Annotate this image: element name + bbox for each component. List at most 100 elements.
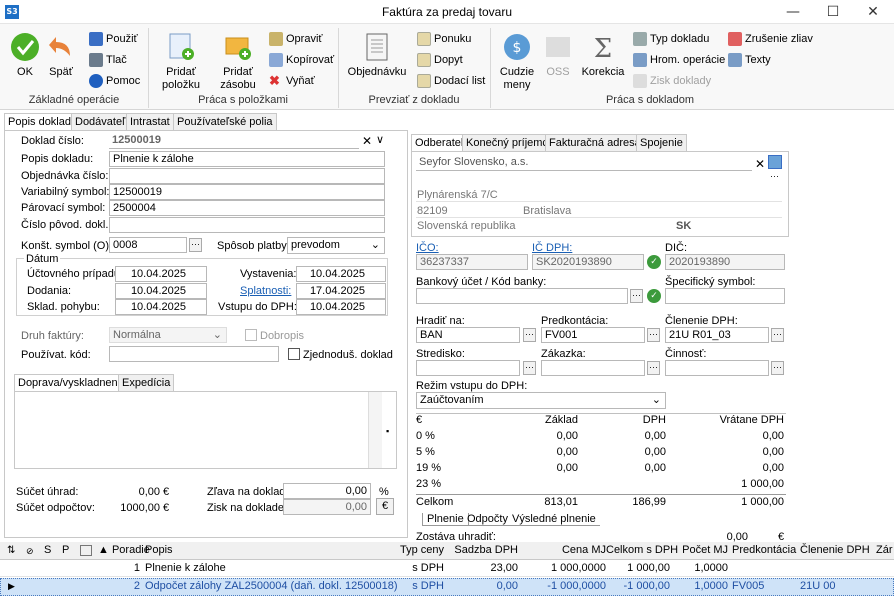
vat-split-lookup-button[interactable]: ··· <box>771 328 784 342</box>
currency-button[interactable]: € <box>376 498 394 515</box>
add-item-button[interactable]: Pridať položku <box>156 32 206 92</box>
partner-name[interactable]: Seyfor Slovensko, a.s. <box>416 155 752 171</box>
col-unit-price[interactable]: Cena MJ <box>520 542 606 559</box>
pay-to-field[interactable]: BAN <box>416 327 520 343</box>
col-total-vat[interactable]: Celkom s DPH <box>606 542 678 559</box>
desc-field[interactable]: Plnenie k zálohe <box>109 151 385 167</box>
col-precont[interactable]: Predkontácia <box>732 542 796 559</box>
address-book-icon[interactable] <box>768 155 782 169</box>
col-price-type[interactable]: Typ ceny <box>390 542 444 559</box>
user-code-field[interactable] <box>109 346 279 362</box>
col-qty[interactable]: Počet MJ <box>672 542 728 559</box>
pay-method-select[interactable]: prevodom ⌄ <box>287 237 385 254</box>
ks-field[interactable]: 0008 <box>109 237 187 253</box>
vs-field[interactable]: 12500019 <box>109 184 385 200</box>
cancel-discounts-button[interactable]: Zrušenie zliav <box>728 31 813 49</box>
edit-button[interactable]: Opraviť <box>269 31 323 49</box>
orig-doc-field[interactable] <box>109 217 385 233</box>
add-stock-button[interactable]: Pridať zásobu <box>214 32 262 92</box>
vat-in-date[interactable]: 10.04.2025 <box>296 299 386 315</box>
tab-end-recipient[interactable]: Konečný príjemca <box>462 134 559 152</box>
activity-field[interactable] <box>665 360 769 376</box>
tab-doc-desc[interactable]: Popis dokladu <box>4 113 82 131</box>
col-s[interactable]: S <box>44 542 51 559</box>
spec-symbol-field[interactable] <box>665 288 785 304</box>
offer-button[interactable]: Ponuku <box>417 31 471 49</box>
icdph-label[interactable]: IČ DPH: <box>532 242 572 254</box>
acc-case-date[interactable]: 10.04.2025 <box>115 266 207 282</box>
due-date[interactable]: 17.04.2025 <box>296 283 386 299</box>
col-vat-split[interactable]: Členenie DPH <box>800 542 870 559</box>
pay-to-lookup-button[interactable]: ··· <box>523 328 536 342</box>
issue-date[interactable]: 10.04.2025 <box>296 266 386 282</box>
precont-lookup-button[interactable]: ··· <box>647 328 660 342</box>
doctype-button[interactable]: Typ dokladu <box>633 31 709 49</box>
bank-lookup-button[interactable]: ··· <box>630 289 643 303</box>
bank-verified-icon: ✓ <box>647 289 661 303</box>
clear-partner-icon[interactable]: ✕ <box>755 157 765 171</box>
chevron-down-icon[interactable]: ∨ <box>376 133 384 146</box>
col-desc[interactable]: Popis <box>145 542 173 559</box>
center-lookup-button[interactable]: ··· <box>523 361 536 375</box>
col-vat-rate[interactable]: Sadzba DPH <box>450 542 518 559</box>
col-order[interactable]: ▲ Poradie <box>98 542 150 559</box>
sort-icon[interactable]: ⇅ <box>7 545 21 557</box>
vat-mode-select[interactable]: Zaúčtovaním ⌄ <box>416 392 666 409</box>
stock-move-date[interactable]: 10.04.2025 <box>115 299 207 315</box>
expand-icon[interactable]: ▪ <box>386 426 389 436</box>
ps-field[interactable]: 2500004 <box>109 200 385 216</box>
maximize-button[interactable]: ☐ <box>818 2 848 22</box>
bulk-ops-label: Hrom. operácie <box>650 54 726 66</box>
ok-button[interactable]: OK <box>8 32 42 79</box>
bank-account-field[interactable] <box>416 288 628 304</box>
tab-user-fields[interactable]: Používateľské polia <box>173 113 277 131</box>
tab-expedition[interactable]: Expedícia <box>118 374 175 392</box>
tab-intrastat[interactable]: Intrastat <box>126 113 174 131</box>
bulk-ops-button[interactable]: Hrom. operácie <box>633 52 725 70</box>
more-icon[interactable]: ··· <box>770 171 779 181</box>
precont-field[interactable]: FV001 <box>541 327 645 343</box>
tab-customer[interactable]: Odberateľ <box>411 134 469 152</box>
col-p[interactable]: P <box>62 542 69 559</box>
due-label[interactable]: Splatnosti: <box>240 285 291 297</box>
subtab-result[interactable]: Výsledné plnenie <box>508 513 600 526</box>
vat-split-field[interactable]: 21U R01_03 <box>665 327 769 343</box>
back-button[interactable]: Späť <box>46 32 76 79</box>
transport-textarea[interactable] <box>14 391 397 469</box>
cut-button[interactable]: ✖ Vyňať <box>269 73 315 91</box>
clear-icon[interactable]: ✕ <box>362 134 372 148</box>
delivery-date[interactable]: 10.04.2025 <box>115 283 207 299</box>
texts-button[interactable]: Texty <box>728 52 771 70</box>
tab-connection[interactable]: Spojenie <box>636 134 687 152</box>
inquiry-button[interactable]: Dopyt <box>417 52 463 70</box>
minimize-button[interactable]: — <box>778 2 808 22</box>
tab-supplier[interactable]: Dodávateľ <box>71 113 130 131</box>
subtab-fulfilment[interactable]: Plnenie <box>422 513 469 526</box>
simplified-doc-checkbox[interactable] <box>288 348 300 360</box>
job-field[interactable] <box>541 360 645 376</box>
col-warranty[interactable]: Zár <box>876 542 893 559</box>
save-disk-icon <box>89 32 103 47</box>
tab-billing-address[interactable]: Fakturačná adresa <box>545 134 645 152</box>
orders-button[interactable]: Objednávku <box>346 32 408 79</box>
use-button[interactable]: Použiť <box>89 31 138 49</box>
order-field[interactable] <box>109 168 385 184</box>
activity-lookup-button[interactable]: ··· <box>771 361 784 375</box>
correction-button[interactable]: Σ Korekcia <box>580 32 626 79</box>
job-lookup-button[interactable]: ··· <box>647 361 660 375</box>
print-button[interactable]: Tlač <box>89 52 127 70</box>
ks-lookup-button[interactable]: ··· <box>189 238 202 252</box>
close-button[interactable]: ✕ <box>858 2 888 22</box>
subtab-deductions[interactable]: Odpočty <box>463 513 512 526</box>
copy-button[interactable]: Kopírovať <box>269 52 334 70</box>
ico-label[interactable]: IČO: <box>416 242 439 254</box>
delivery-note-button[interactable]: Dodací list <box>417 73 485 91</box>
foreign-currency-button[interactable]: $ Cudzie meny <box>498 32 536 92</box>
doc-no-field[interactable]: 12500019 <box>109 133 359 149</box>
columns-icon[interactable] <box>80 545 92 556</box>
tab-transport[interactable]: Doprava/vyskladnenie <box>14 374 131 392</box>
discount-field[interactable]: 0,00 <box>283 483 371 499</box>
center-field[interactable] <box>416 360 520 376</box>
help-button[interactable]: Pomoc <box>89 73 140 91</box>
transport-scrollbar[interactable] <box>368 392 382 468</box>
